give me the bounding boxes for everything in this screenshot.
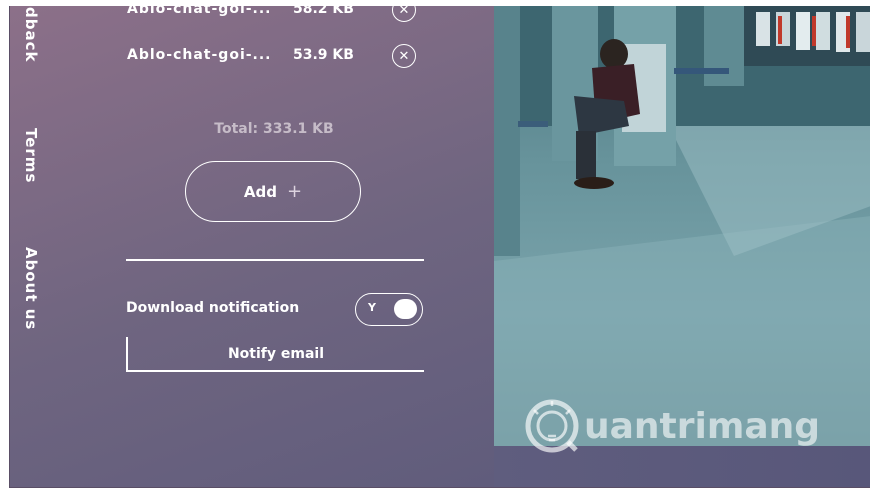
nav-link-terms[interactable]: Terms (22, 128, 40, 183)
add-button[interactable]: Add + (185, 161, 361, 222)
divider (126, 370, 424, 372)
plus-icon: + (287, 181, 303, 202)
toggle-state-label: Y (368, 301, 376, 314)
bulb-logo-icon (525, 399, 579, 453)
file-name: Ablo-chat-goi-... (127, 47, 272, 63)
file-size: 53.9 KB (293, 47, 354, 63)
add-button-label: Add (243, 182, 277, 201)
notify-email-input[interactable] (126, 337, 424, 370)
toggle-knob (394, 299, 417, 319)
watermark: uantrimang (524, 399, 821, 453)
file-name: Ablo-chat-goi-... (127, 6, 272, 17)
remove-file-button[interactable]: ✕ (392, 6, 416, 22)
remove-file-button[interactable]: ✕ (392, 44, 416, 68)
download-notification-toggle[interactable]: Y (355, 293, 423, 326)
nav-link-about-us[interactable]: About us (22, 247, 40, 330)
file-item: Ablo-chat-goi-... 58.2 KB ✕ (127, 6, 427, 25)
app-frame: Feedback Terms About us Ablo-chat-goi-..… (9, 6, 870, 488)
subway-station-photo (494, 6, 870, 446)
file-size: 58.2 KB (293, 6, 354, 17)
watermark-text: uantrimang (584, 405, 821, 447)
upload-panel: Ablo-chat-goi-... 58.2 KB ✕ Ablo-chat-goi-.… (124, 6, 429, 487)
background-photo (494, 6, 870, 446)
nav-link-feedback[interactable]: Feedback (22, 6, 40, 62)
download-notification-label: Download notification (126, 300, 300, 316)
file-item: Ablo-chat-goi-... 53.9 KB ✕ (127, 44, 427, 71)
divider (126, 259, 424, 261)
side-navigation: Feedback Terms About us (10, 6, 100, 487)
total-size: Total: 333.1 KB (214, 121, 334, 137)
